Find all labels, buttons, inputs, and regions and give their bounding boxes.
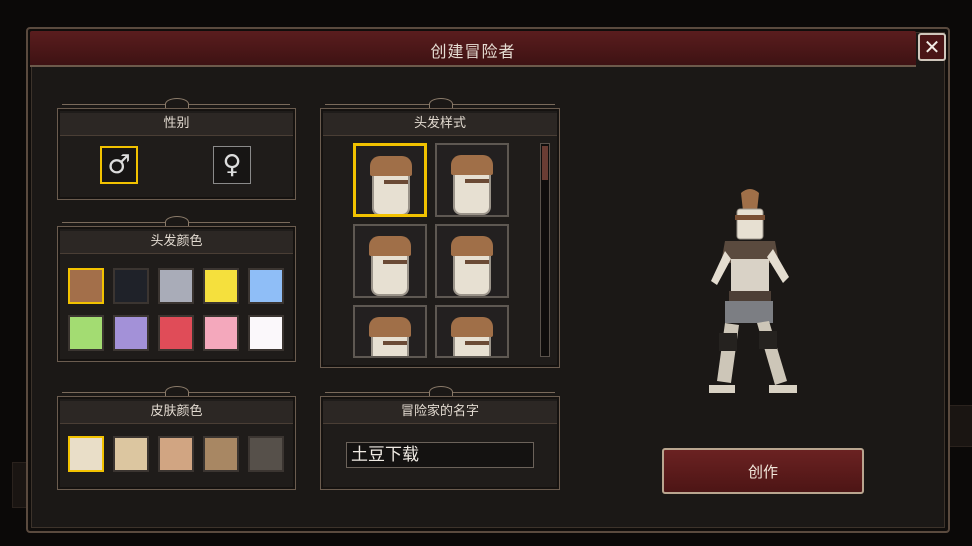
gender-label: 性别: [60, 113, 293, 136]
hair-style-option[interactable]: [435, 224, 509, 298]
hair-color-swatch[interactable]: [113, 268, 149, 304]
hair-color-label: 头发颜色: [60, 231, 293, 254]
create-button[interactable]: 创作: [662, 448, 864, 494]
brow: [384, 180, 408, 184]
hair-style-scrollbar[interactable]: [540, 143, 550, 357]
hair-style-option[interactable]: [353, 224, 427, 298]
hair-style-option[interactable]: [435, 143, 509, 217]
hair-color-swatch[interactable]: [158, 315, 194, 351]
name-input[interactable]: 土豆下载: [346, 442, 534, 468]
character-head: [736, 208, 764, 240]
close-icon: ✕: [923, 35, 941, 59]
skin-color-swatch[interactable]: [203, 436, 239, 472]
hair-icon: [370, 156, 412, 176]
male-icon: ♂: [107, 150, 131, 180]
gender-panel: 性别: [57, 108, 296, 200]
dialog-title: 创建冒险者: [430, 42, 516, 61]
gender-male-button[interactable]: ♂: [100, 146, 138, 184]
character-preview: [709, 189, 797, 393]
hair-icon: [451, 317, 493, 337]
character-knee-right: [759, 331, 777, 349]
hair-color-swatch[interactable]: [248, 268, 284, 304]
hair-color-swatch[interactable]: [203, 268, 239, 304]
scrollbar-thumb[interactable]: [542, 146, 548, 180]
skin-color-swatch[interactable]: [248, 436, 284, 472]
hair-color-swatch[interactable]: [113, 315, 149, 351]
hair-style-option[interactable]: [353, 143, 427, 217]
dialog-titlebar: 创建冒险者: [30, 31, 916, 67]
hair-color-swatch[interactable]: [68, 315, 104, 351]
skin-color-swatch[interactable]: [68, 436, 104, 472]
female-icon: ♀: [222, 150, 242, 180]
character-hair-tuft: [741, 189, 759, 211]
hair-icon: [369, 236, 411, 256]
skin-color-swatch[interactable]: [113, 436, 149, 472]
hair-icon: [451, 236, 493, 256]
brow: [383, 260, 407, 264]
hair-icon: [451, 155, 493, 175]
brow: [465, 260, 489, 264]
character-hips: [725, 301, 773, 323]
character-knee-left: [719, 333, 737, 351]
character-foot-right: [769, 385, 797, 393]
hair-color-swatch[interactable]: [158, 268, 194, 304]
character-headband: [735, 215, 765, 220]
hair-style-option[interactable]: [435, 305, 509, 358]
hair-color-swatch[interactable]: [203, 315, 239, 351]
skin-color-label: 皮肤颜色: [60, 401, 293, 424]
brow: [383, 341, 407, 345]
hair-color-swatch[interactable]: [68, 268, 104, 304]
skin-color-swatch[interactable]: [158, 436, 194, 472]
character-foot-left: [709, 385, 735, 393]
character-arm-left: [711, 251, 731, 285]
character-leg-right: [757, 321, 787, 385]
brow: [465, 341, 489, 345]
character-arm-right: [767, 249, 789, 283]
hair-color-swatch[interactable]: [248, 315, 284, 351]
hair-style-option[interactable]: [353, 305, 427, 358]
brow: [465, 179, 489, 183]
create-button-label: 创作: [747, 462, 778, 481]
name-label: 冒险家的名字: [323, 401, 557, 424]
hair-icon: [369, 317, 411, 337]
character-belt: [729, 291, 771, 301]
character-leg-left: [717, 323, 739, 383]
hair-style-label: 头发样式: [323, 113, 557, 136]
close-button[interactable]: ✕: [918, 33, 946, 61]
gender-female-button[interactable]: ♀: [213, 146, 251, 184]
